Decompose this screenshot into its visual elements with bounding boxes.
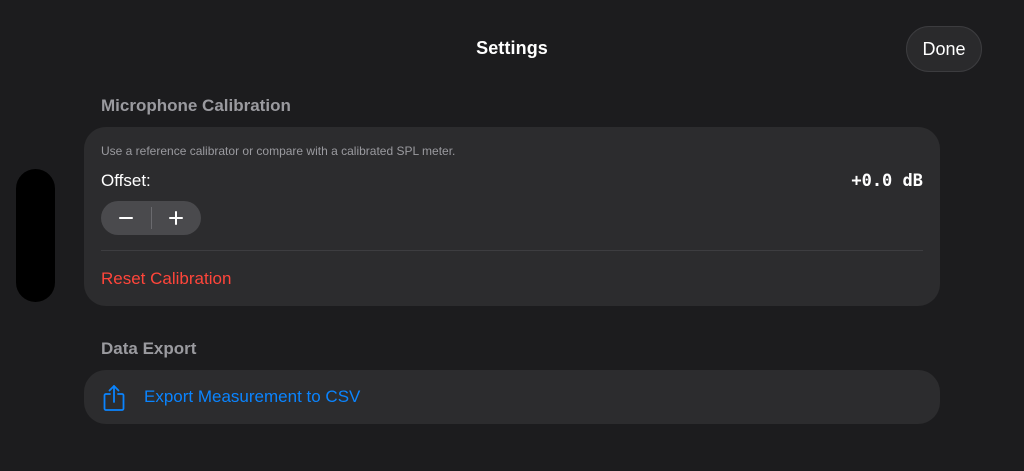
page-title: Settings (476, 38, 548, 58)
offset-label: Offset: (101, 171, 151, 190)
reset-calibration-button[interactable]: Reset Calibration (101, 269, 231, 289)
plus-icon (169, 211, 184, 225)
section-header-export: Data Export (101, 339, 197, 358)
done-button[interactable]: Done (906, 26, 982, 72)
minus-icon (118, 217, 133, 219)
export-csv-label: Export Measurement to CSV (144, 387, 361, 406)
camera-cutout (16, 169, 55, 302)
export-csv-button[interactable]: Export Measurement to CSV (84, 370, 940, 424)
section-header-calibration: Microphone Calibration (101, 96, 291, 115)
share-icon (103, 385, 125, 411)
calibration-card: Use a reference calibrator or compare wi… (84, 127, 940, 306)
settings-screen: Settings Done Microphone Calibration Use… (0, 0, 1024, 471)
offset-value: +0.0 dB (851, 171, 923, 191)
row-divider (101, 250, 923, 251)
calibration-hint: Use a reference calibrator or compare wi… (101, 144, 456, 158)
decrement-button[interactable] (101, 201, 151, 235)
increment-button[interactable] (151, 201, 201, 235)
offset-stepper (101, 201, 201, 235)
